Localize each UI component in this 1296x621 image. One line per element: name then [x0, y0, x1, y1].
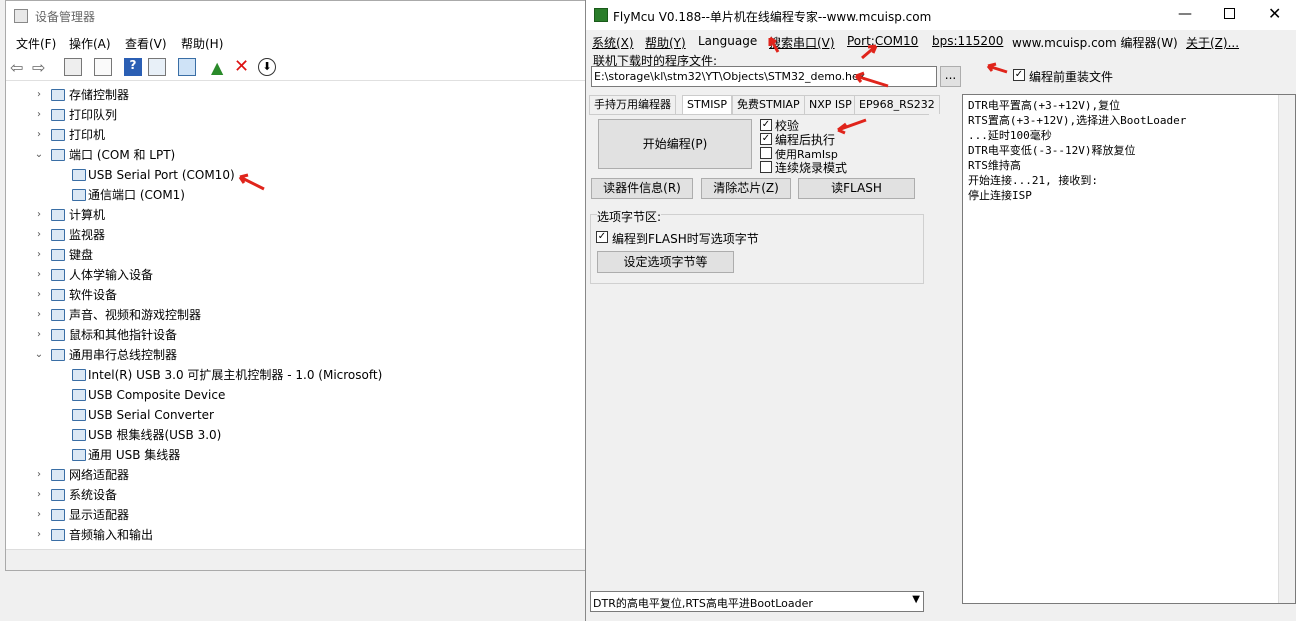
annotation-arrows [768, 36, 1008, 135]
